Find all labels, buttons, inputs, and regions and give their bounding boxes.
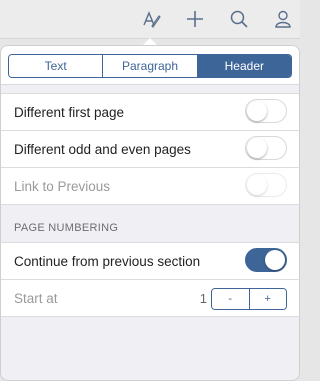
format-text-icon[interactable] (136, 5, 166, 33)
start-at-row: Start at 1 - + (1, 280, 299, 317)
increment-button[interactable]: + (248, 289, 286, 309)
option-row-different-first-page: Different first page (1, 94, 299, 131)
toggle-knob (247, 101, 267, 121)
different-first-page-toggle[interactable] (245, 99, 287, 123)
header-options-group: Different first page Different odd and e… (1, 93, 299, 205)
add-icon[interactable] (180, 5, 210, 33)
continue-from-previous-toggle[interactable] (245, 248, 287, 272)
account-icon[interactable] (268, 5, 298, 33)
continue-label: Continue from previous section (14, 253, 201, 269)
toggle-knob (247, 175, 267, 195)
segment-bar: Text Paragraph Header (1, 46, 299, 85)
header-settings-popover: Text Paragraph Header Different first pa… (0, 45, 300, 381)
option-row-different-odd-even: Different odd and even pages (1, 131, 299, 168)
tab-header[interactable]: Header (196, 55, 291, 77)
option-label: Different odd and even pages (14, 141, 191, 157)
different-odd-even-toggle[interactable] (245, 136, 287, 160)
continue-row: Continue from previous section (1, 243, 299, 280)
start-at-stepper: - + (211, 288, 287, 310)
page-numbering-group: Continue from previous section Start at … (1, 242, 299, 317)
toggle-knob (265, 250, 285, 270)
toggle-knob (247, 138, 267, 158)
option-label: Different first page (14, 104, 125, 120)
link-to-previous-toggle (245, 173, 287, 197)
start-at-value: 1 (199, 290, 207, 306)
page-numbering-header: PAGE NUMBERING (14, 222, 119, 234)
option-label: Link to Previous (14, 178, 111, 194)
tab-paragraph[interactable]: Paragraph (102, 55, 197, 77)
tab-text[interactable]: Text (9, 55, 103, 77)
decrement-button[interactable]: - (212, 289, 249, 309)
settings-tabs: Text Paragraph Header (8, 54, 292, 78)
search-icon[interactable] (224, 5, 254, 33)
option-row-link-to-previous: Link to Previous (1, 168, 299, 205)
start-at-label: Start at (14, 290, 58, 306)
top-toolbar (0, 0, 300, 39)
